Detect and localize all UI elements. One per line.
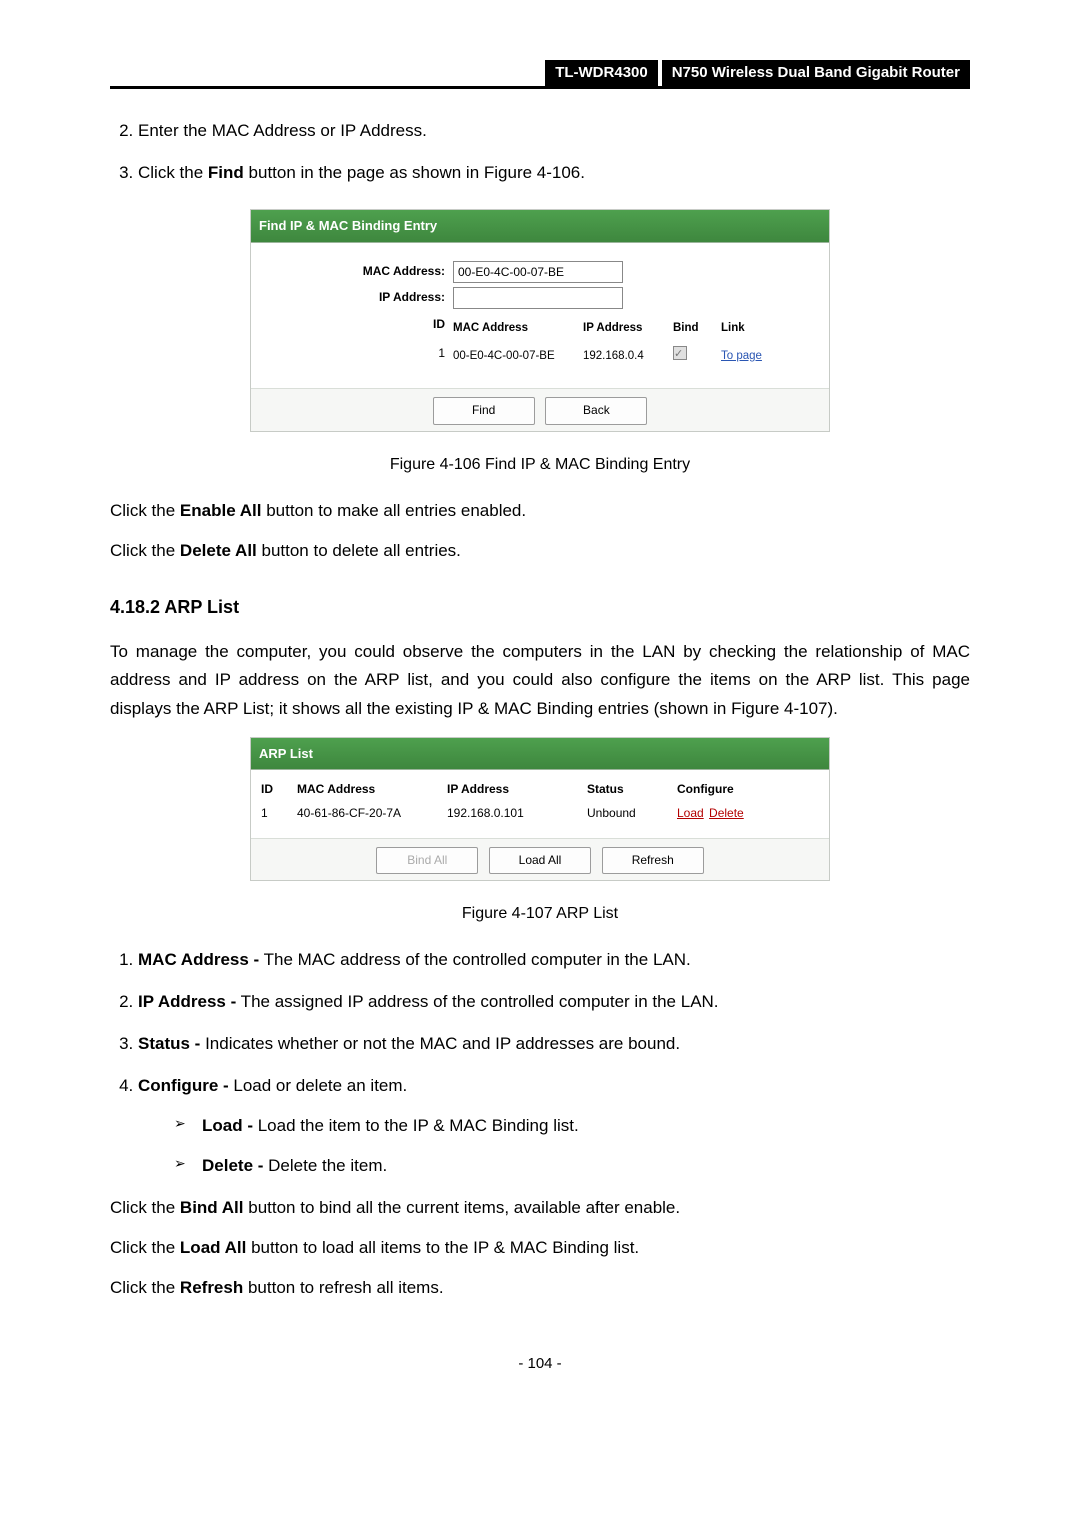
panel-title: Find IP & MAC Binding Entry [251, 210, 829, 242]
arp-col-status: Status [587, 780, 677, 800]
arp-row-status: Unbound [587, 804, 677, 824]
refresh-button[interactable]: Refresh [602, 847, 704, 875]
load-link[interactable]: Load [677, 806, 704, 820]
arp-col-id: ID [261, 780, 297, 800]
arp-col-ip: IP Address [447, 780, 587, 800]
load-all-button[interactable]: Load All [489, 847, 591, 875]
step-list: Enter the MAC Address or IP Address. Cli… [110, 117, 970, 187]
ip-input[interactable] [453, 287, 623, 309]
doc-header: TL-WDR4300 N750 Wireless Dual Band Gigab… [110, 60, 970, 89]
arp-col-mac: MAC Address [297, 780, 447, 800]
row-bind [673, 346, 703, 367]
arp-row-ip: 192.168.0.101 [447, 804, 587, 824]
id-label: ID [265, 315, 453, 335]
back-button[interactable]: Back [545, 397, 647, 425]
figure-4-107-caption: Figure 4-107 ARP List [250, 901, 830, 927]
figure-4-106: Find IP & MAC Binding Entry MAC Address:… [250, 209, 830, 432]
arp-col-configure: Configure [677, 780, 797, 800]
delete-all-para: Click the Delete All button to delete al… [110, 537, 970, 565]
step-2: Enter the MAC Address or IP Address. [138, 117, 970, 145]
to-page-link[interactable]: To page [721, 347, 781, 366]
col-ip: IP Address [583, 319, 655, 338]
section-heading: 4.18.2 ARP List [110, 593, 970, 623]
enable-all-para: Click the Enable All button to make all … [110, 497, 970, 525]
model-label: TL-WDR4300 [545, 60, 658, 86]
row-mac: 00-E0-4C-00-07-BE [453, 347, 565, 366]
bind-all-button: Bind All [376, 847, 478, 875]
arp-row-mac: 40-61-86-CF-20-7A [297, 804, 447, 824]
find-button[interactable]: Find [433, 397, 535, 425]
col-link: Link [721, 319, 781, 338]
sub-load: Load - Load the item to the IP & MAC Bin… [174, 1112, 970, 1140]
arp-panel-title: ARP List [251, 738, 829, 770]
figure-4-107: ARP List ID MAC Address IP Address Statu… [250, 737, 830, 882]
def-ip: IP Address - The assigned IP address of … [138, 988, 970, 1016]
bind-all-para: Click the Bind All button to bind all th… [110, 1194, 970, 1222]
col-bind: Bind [673, 319, 703, 338]
check-icon [673, 346, 687, 360]
def-configure: Configure - Load or delete an item. Load… [138, 1072, 970, 1180]
row-id: 1 [265, 344, 453, 364]
load-all-para: Click the Load All button to load all it… [110, 1234, 970, 1262]
page-number: - 104 - [110, 1352, 970, 1377]
col-mac: MAC Address [453, 319, 565, 338]
def-mac: MAC Address - The MAC address of the con… [138, 946, 970, 974]
mac-input[interactable] [453, 261, 623, 283]
delete-link[interactable]: Delete [709, 806, 744, 820]
refresh-para: Click the Refresh button to refresh all … [110, 1274, 970, 1302]
definitions-list: MAC Address - The MAC address of the con… [110, 946, 970, 1180]
ip-label: IP Address: [265, 288, 453, 308]
arp-row-id: 1 [261, 804, 297, 824]
figure-4-106-caption: Figure 4-106 Find IP & MAC Binding Entry [250, 452, 830, 478]
row-ip: 192.168.0.4 [583, 347, 655, 366]
def-status: Status - Indicates whether or not the MA… [138, 1030, 970, 1058]
mac-label: MAC Address: [265, 262, 453, 282]
product-label: N750 Wireless Dual Band Gigabit Router [662, 60, 970, 86]
step-3: Click the Find button in the page as sho… [138, 159, 970, 187]
arp-intro: To manage the computer, you could observ… [110, 638, 970, 722]
sub-delete: Delete - Delete the item. [174, 1152, 970, 1180]
